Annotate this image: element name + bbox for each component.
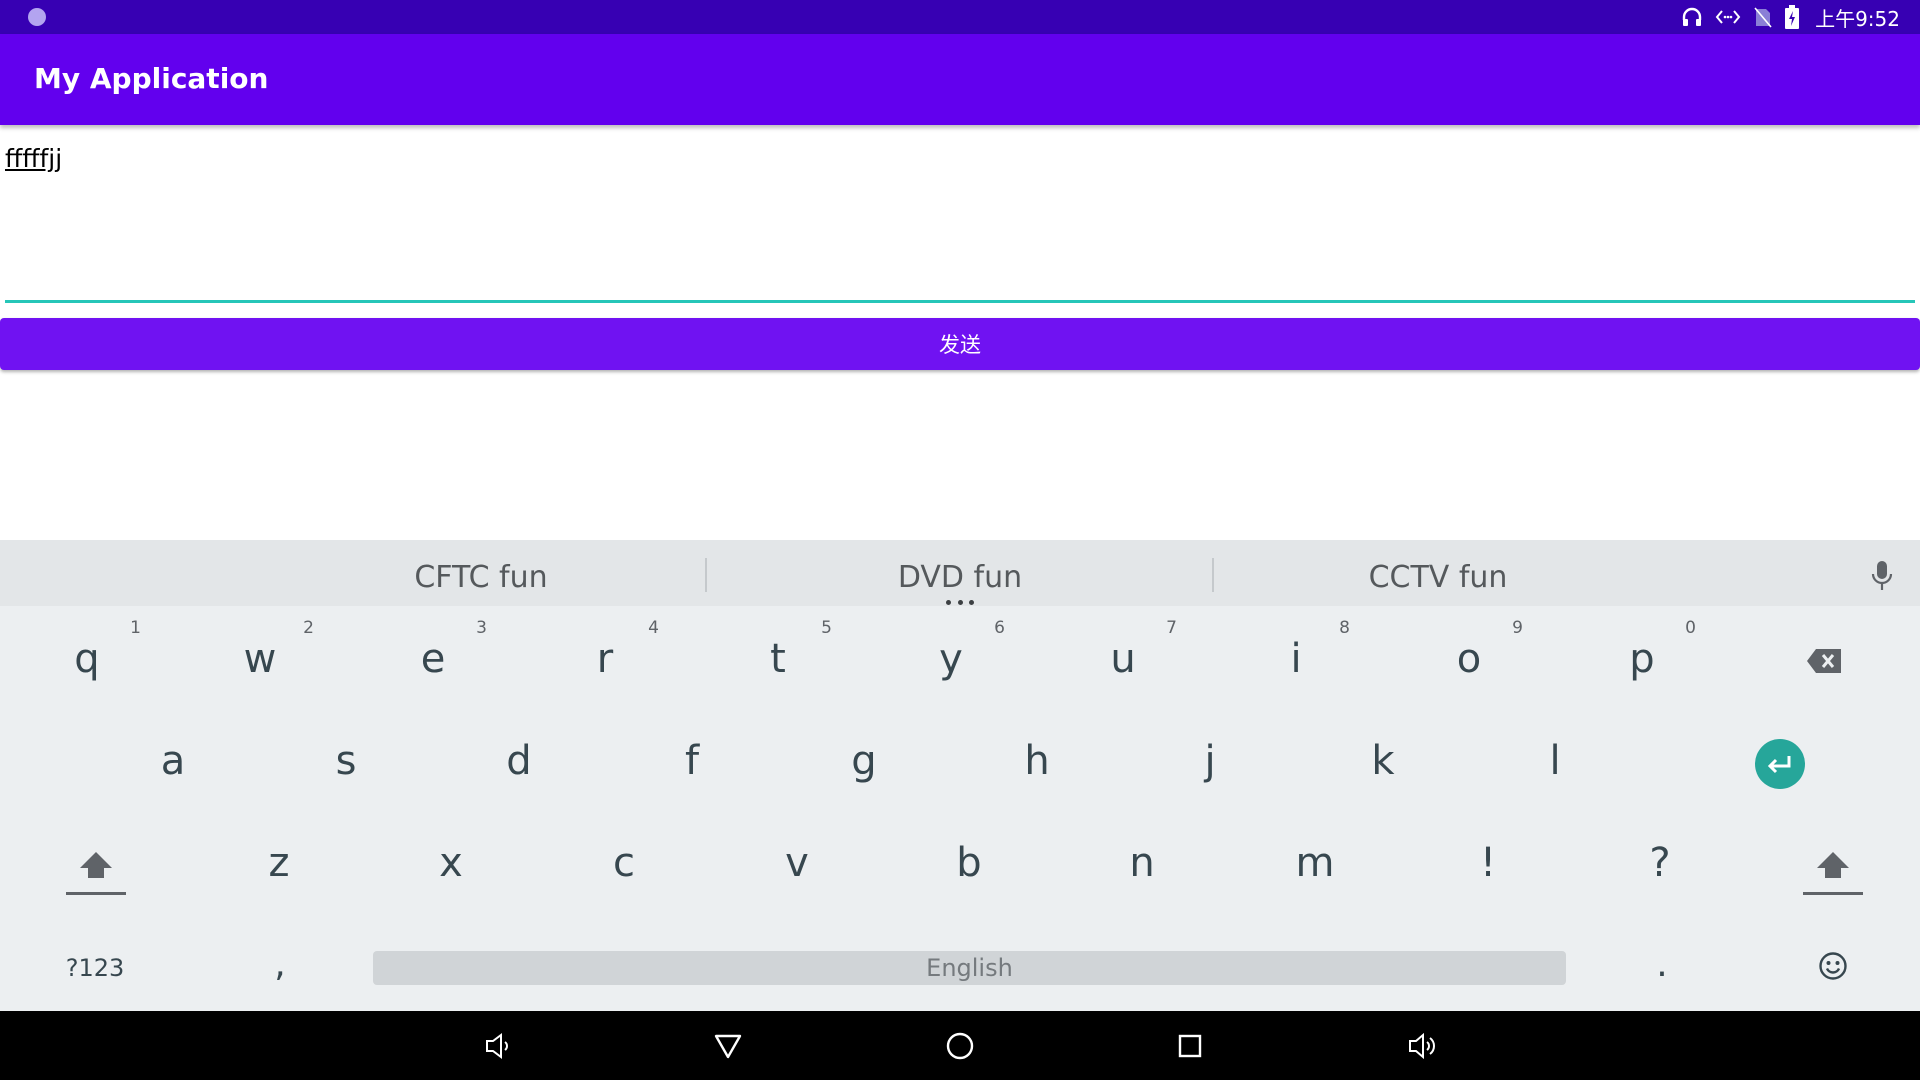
message-input[interactable]: fffffjj [5,138,1915,303]
volume-up-icon [1409,1032,1435,1059]
key-l[interactable]: l [1485,712,1625,802]
headphones-icon [1682,7,1702,26]
key-d[interactable]: d [449,712,589,802]
key-j[interactable]: j [1140,712,1280,802]
suggestion-divider [705,558,707,592]
key-v[interactable]: v [727,814,867,904]
enter-icon [1767,756,1791,774]
key-n[interactable]: n [1072,814,1212,904]
key-m[interactable]: m [1245,814,1385,904]
navigation-bar [0,1011,1920,1080]
key-period[interactable]: . [1622,935,1702,995]
message-input-value[interactable]: fffffjj [5,144,62,173]
key-c[interactable]: c [554,814,694,904]
app-bar: My Application [0,34,1920,125]
key-q[interactable]: q1 [17,610,157,700]
key-exclamation[interactable]: ! [1418,814,1558,904]
key-k[interactable]: k [1313,712,1453,802]
key-comma[interactable]: , [240,935,320,995]
code-icon [1715,10,1741,24]
key-e[interactable]: e3 [363,610,503,700]
recents-button[interactable] [1160,1011,1220,1080]
key-f[interactable]: f [622,712,762,802]
suggestion-1[interactable]: CFTC fun [340,540,622,606]
key-o[interactable]: o9 [1399,610,1539,700]
back-button[interactable] [698,1011,758,1080]
status-bar: 上午9:52 [0,0,1920,34]
key-u[interactable]: u7 [1053,610,1193,700]
battery-icon [1785,5,1800,29]
suggestion-divider [1212,558,1214,592]
key-t[interactable]: t5 [708,610,848,700]
key-w[interactable]: w2 [190,610,330,700]
key-h[interactable]: h [967,712,1107,802]
status-time: 上午9:52 [1815,6,1900,31]
app-title: My Application [34,62,269,95]
shift-left-icon[interactable] [64,848,128,896]
key-b[interactable]: b [899,814,1039,904]
symbols-key[interactable]: ?123 [40,945,150,991]
home-button[interactable] [930,1011,990,1080]
backspace-icon[interactable] [1806,648,1842,674]
microphone-icon[interactable] [1870,560,1894,592]
key-i[interactable]: i8 [1226,610,1366,700]
soft-keyboard: CFTC fun DVD fun CCTV fun q1 w2 e3 r4 t5… [0,540,1920,1011]
recents-icon [1178,1034,1202,1057]
screen: 上午9:52 My Application fffffjj 发送 CFTC fu… [0,0,1920,1080]
key-z[interactable]: z [209,814,349,904]
enter-button[interactable] [1755,739,1805,789]
shift-right-icon[interactable] [1801,848,1865,896]
key-a[interactable]: a [103,712,243,802]
key-r[interactable]: r4 [535,610,675,700]
key-p[interactable]: p0 [1572,610,1712,700]
key-y[interactable]: y6 [881,610,1021,700]
status-icons: 上午9:52 [1681,0,1900,34]
suggestion-3[interactable]: CCTV fun [1298,540,1578,606]
suggestion-2[interactable]: DVD fun [820,540,1100,606]
key-s[interactable]: s [276,712,416,802]
key-question[interactable]: ? [1590,814,1730,904]
volume-down-button[interactable] [468,1011,528,1080]
notification-dot-icon [28,8,46,26]
emoji-icon[interactable] [1818,951,1848,981]
home-icon [946,1032,974,1059]
suggestion-bar: CFTC fun DVD fun CCTV fun [0,540,1920,606]
volume-down-icon [486,1032,508,1059]
send-button[interactable]: 发送 [0,318,1920,370]
key-g[interactable]: g [794,712,934,802]
back-icon [714,1034,742,1058]
no-sim-icon [1754,7,1772,28]
space-bar[interactable]: English [373,951,1566,985]
key-x[interactable]: x [381,814,521,904]
more-suggestions-icon[interactable] [946,600,974,606]
volume-up-button[interactable] [1392,1011,1452,1080]
